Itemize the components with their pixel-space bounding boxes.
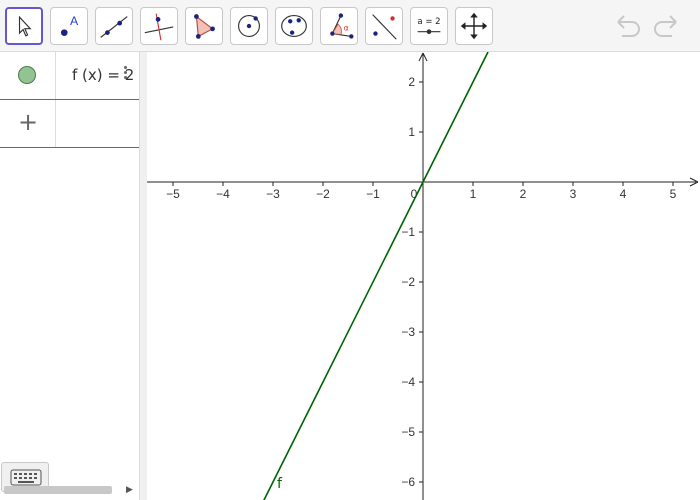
more-menu-icon[interactable] <box>122 64 128 86</box>
horizontal-scrollbar[interactable]: ▶ <box>0 484 139 496</box>
polygon-icon <box>194 14 215 39</box>
x-tick-label: −2 <box>316 187 330 201</box>
scrollbar-thumb[interactable] <box>4 486 112 494</box>
reflect-icon <box>372 14 397 40</box>
algebra-input-row[interactable]: + <box>0 100 139 148</box>
circle-tool-button[interactable] <box>230 7 268 45</box>
perpendicular-line-icon <box>144 13 174 41</box>
slider-tool-button[interactable]: a = 2 <box>410 7 448 45</box>
conic-tool-button[interactable] <box>275 7 313 45</box>
move-graphics-tool-button[interactable] <box>455 7 493 45</box>
y-tick-label: 1 <box>408 125 415 139</box>
slider-tool-label: a = 2 <box>417 17 440 27</box>
function-f-label: f <box>277 476 283 492</box>
function-f-graph <box>263 52 489 500</box>
y-tick-label: −3 <box>401 325 415 339</box>
y-tick-label: −2 <box>401 275 415 289</box>
move-tool-button[interactable] <box>5 7 43 45</box>
y-tick-label: −4 <box>401 375 415 389</box>
graphics-view[interactable]: −5 −4 −3 −2 −1 0 1 2 3 4 5 2 1 −1 −2 −3 −4 −5 −6 f <box>147 52 700 500</box>
x-tick-label: 4 <box>620 187 627 201</box>
algebra-input-marker: + <box>0 100 56 147</box>
point-tool-label: A <box>70 14 79 28</box>
point-tool-button[interactable]: A <box>50 7 88 45</box>
angle-tool-button[interactable]: α <box>320 7 358 45</box>
algebra-view: f (x) = 2 + <box>0 52 140 500</box>
reflect-tool-button[interactable] <box>365 7 403 45</box>
circle-icon <box>238 15 260 37</box>
x-tick-label: 5 <box>670 187 677 201</box>
x-tick-label: −3 <box>266 187 280 201</box>
undo-button[interactable] <box>612 10 644 42</box>
redo-button[interactable] <box>650 10 682 42</box>
y-tick-label: 2 <box>408 75 415 89</box>
x-tick-label: 1 <box>470 187 477 201</box>
y-tick-label: −6 <box>401 475 415 489</box>
perpendicular-line-tool-button[interactable] <box>140 7 178 45</box>
visibility-toggle[interactable] <box>18 66 36 84</box>
angle-icon: α <box>330 13 354 39</box>
point-icon: A <box>60 14 79 36</box>
redo-icon <box>654 15 677 37</box>
algebra-item-formula[interactable]: f (x) = 2 <box>72 66 139 84</box>
x-tick-label: −4 <box>216 187 230 201</box>
add-icon[interactable]: + <box>18 110 38 134</box>
angle-tool-label: α <box>344 24 349 33</box>
scroll-right-icon[interactable]: ▶ <box>126 485 133 495</box>
toolbar: A α a = 2 <box>0 0 700 52</box>
algebra-item[interactable]: f (x) = 2 <box>0 52 139 100</box>
line-tool-button[interactable] <box>95 7 133 45</box>
move-arrows-icon <box>460 12 488 40</box>
arrow-cursor-icon <box>18 15 32 37</box>
algebra-item-marker <box>0 52 56 99</box>
graphics-canvas[interactable]: −5 −4 −3 −2 −1 0 1 2 3 4 521−1−2−3−4−5−6f <box>147 52 700 500</box>
conic-icon <box>281 15 307 37</box>
view-divider[interactable] <box>139 52 147 500</box>
undo-icon <box>617 15 640 37</box>
x-tick-label: 2 <box>520 187 527 201</box>
y-tick-label: −5 <box>401 425 415 439</box>
line-icon <box>100 16 128 38</box>
x-tick-label: −5 <box>166 187 180 201</box>
slider-icon: a = 2 <box>417 17 441 35</box>
y-tick-label: −1 <box>401 225 415 239</box>
polygon-tool-button[interactable] <box>185 7 223 45</box>
x-tick-label: 3 <box>570 187 577 201</box>
x-tick-label: −1 <box>366 187 380 201</box>
